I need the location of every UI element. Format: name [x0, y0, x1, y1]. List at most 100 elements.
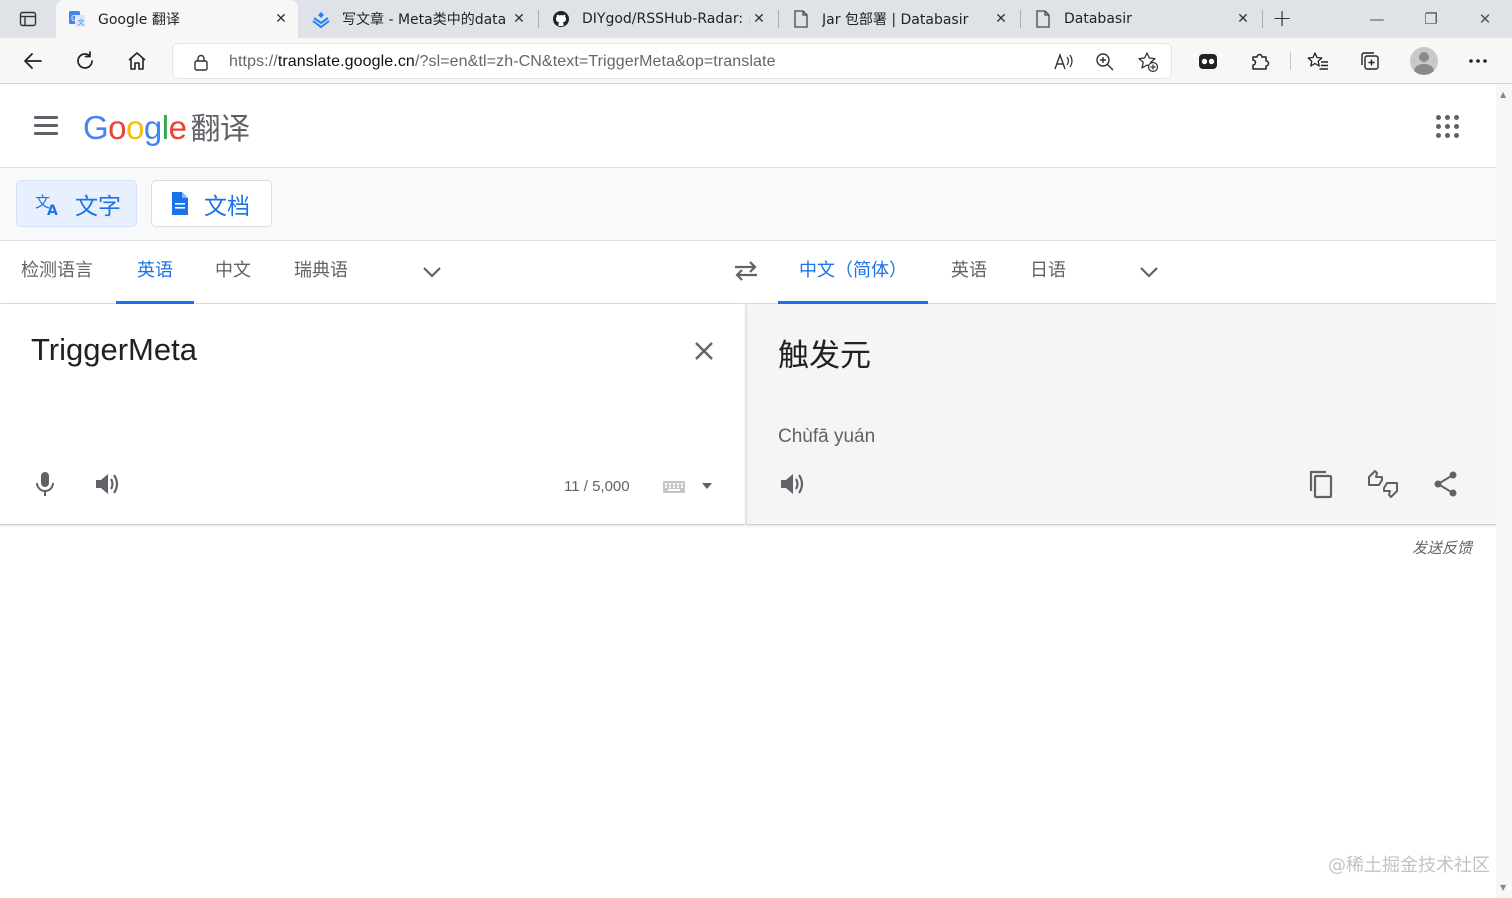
source-lang-more-button[interactable] [419, 259, 445, 285]
speaker-icon [96, 474, 119, 494]
url-path: /?sl=en&tl=zh-CN&text=TriggerMeta&op=tra… [414, 53, 776, 70]
source-lang-tab-swedish[interactable]: 瑞典语 [294, 241, 348, 304]
zoom-icon[interactable] [1095, 52, 1115, 72]
input-tools-button[interactable] [662, 479, 712, 497]
text-mode-button[interactable]: 文A 文字 [16, 180, 137, 227]
character-count: 11 / 5,000 [564, 478, 630, 495]
tab-close-icon[interactable]: ✕ [992, 11, 1010, 27]
source-panel[interactable]: TriggerMeta 11 / 5,000 [0, 304, 745, 525]
google-translate-icon: G文 [68, 10, 86, 28]
collections-icon [1361, 52, 1379, 70]
swap-arrows-icon [735, 261, 757, 281]
translate-icon: 文A [35, 191, 61, 217]
github-icon [552, 10, 570, 28]
send-feedback-link[interactable]: 发送反馈 [1412, 537, 1472, 558]
new-tab-button[interactable]: + [1268, 5, 1296, 33]
tab-close-icon[interactable]: ✕ [510, 11, 528, 27]
tab-title: Databasir [1064, 11, 1132, 27]
apps-grid-icon [1454, 124, 1459, 129]
back-button[interactable] [17, 45, 49, 77]
target-lang-more-button[interactable] [1136, 259, 1162, 285]
read-aloud-icon[interactable] [1053, 52, 1075, 72]
browser-toolbar: https://translate.google.cn/?sl=en&tl=zh… [0, 38, 1512, 84]
target-lang-tab-japanese[interactable]: 日语 [1030, 241, 1066, 304]
google-translate-logo[interactable]: Google 翻译 [83, 104, 250, 148]
address-bar[interactable]: https://translate.google.cn/?sl=en&tl=zh… [172, 43, 1172, 79]
home-button[interactable] [121, 45, 153, 77]
hamburger-icon [34, 116, 58, 119]
avatar [1410, 47, 1438, 75]
window-close-button[interactable]: ✕ [1458, 0, 1512, 38]
chevron-down-icon [1140, 267, 1158, 278]
page-content: Google 翻译 文A 文字 文档 检测语言 英语 中文 瑞典语 中文（简体）… [0, 84, 1496, 898]
source-lang-tab-chinese[interactable]: 中文 [215, 241, 251, 304]
extensions-button[interactable] [1244, 45, 1276, 77]
copy-translation-button[interactable] [1301, 464, 1341, 504]
tab-divider [538, 10, 539, 28]
tab-actions-button[interactable] [12, 3, 44, 35]
tab-close-icon[interactable]: ✕ [272, 11, 290, 27]
tab-close-icon[interactable]: ✕ [750, 11, 768, 27]
scroll-down-icon[interactable]: ▼ [1500, 883, 1506, 892]
scroll-up-icon[interactable]: ▲ [1500, 90, 1506, 99]
source-text-input[interactable]: TriggerMeta [31, 332, 197, 368]
tab-juejin-editor[interactable]: 写文章 - Meta类中的data ✕ [300, 0, 536, 38]
logo-letter: G [83, 109, 109, 146]
tab-github-rsshub[interactable]: DIYgod/RSSHub-Radar: 🍰 ✕ [540, 0, 776, 38]
tab-divider [778, 10, 779, 28]
share-translation-button[interactable] [1426, 464, 1466, 504]
more-horizontal-icon [1469, 59, 1487, 63]
reload-button[interactable] [69, 45, 101, 77]
favorites-button[interactable] [1302, 45, 1334, 77]
documents-mode-label: 文档 [204, 193, 250, 220]
page-scrollbar[interactable]: ▲ ▼ [1496, 84, 1512, 898]
main-menu-button[interactable] [30, 111, 62, 141]
swap-languages-button[interactable] [731, 258, 761, 284]
avatar-body [1414, 64, 1434, 75]
extension-button[interactable] [1192, 45, 1224, 77]
apps-grid-icon [1454, 133, 1459, 138]
translation-output: 触发元 [778, 338, 871, 374]
tab-title: DIYgod/RSSHub-Radar: 🍰 [582, 11, 750, 27]
listen-source-button[interactable] [88, 464, 128, 504]
voice-input-button[interactable] [25, 464, 65, 504]
hamburger-icon [34, 132, 58, 135]
juejin-icon [312, 10, 330, 28]
romanization-text: Chùfā yuán [778, 426, 876, 447]
target-panel: 触发元 Chùfā yuán [746, 304, 1496, 525]
home-icon [128, 52, 146, 70]
clear-source-button[interactable] [690, 337, 718, 365]
url-host: translate.google.cn [277, 53, 415, 70]
dropdown-caret-icon [702, 483, 712, 489]
add-favorite-icon[interactable] [1137, 51, 1159, 73]
url-text[interactable]: https://translate.google.cn/?sl=en&tl=zh… [229, 53, 776, 71]
tab-databasir[interactable]: Databasir ✕ [1022, 0, 1260, 38]
feedback-thumbs-icon [1368, 470, 1398, 498]
tab-title: Jar 包部署 | Databasir [822, 12, 969, 28]
tab-actions-icon [19, 11, 37, 27]
settings-menu-button[interactable] [1462, 45, 1494, 77]
rate-translation-button[interactable] [1363, 464, 1403, 504]
apps-grid-icon [1454, 115, 1459, 120]
tab-jar-deploy[interactable]: Jar 包部署 | Databasir ✕ [780, 0, 1018, 38]
documents-mode-button[interactable]: 文档 [151, 180, 272, 227]
google-apps-button[interactable] [1433, 112, 1463, 142]
listen-translation-button[interactable] [773, 464, 813, 504]
svg-text:A: A [47, 203, 58, 217]
mode-bar: 文A 文字 文档 [0, 168, 1496, 241]
lock-icon[interactable] [193, 53, 209, 71]
extension-mask-icon [1199, 54, 1217, 69]
tab-close-icon[interactable]: ✕ [1234, 11, 1252, 27]
profile-button[interactable] [1408, 45, 1440, 77]
tab-google-translate[interactable]: G文 Google 翻译 ✕ [56, 0, 298, 38]
detect-language-tab[interactable]: 检测语言 [21, 241, 93, 304]
restore-button[interactable]: ❐ [1404, 0, 1458, 38]
apps-grid-icon [1436, 124, 1441, 129]
target-lang-tab-chinese-simplified[interactable]: 中文（简体） [778, 241, 928, 304]
target-lang-tab-english[interactable]: 英语 [951, 241, 987, 304]
copy-icon [1309, 470, 1333, 499]
collections-button[interactable] [1354, 45, 1386, 77]
source-lang-tab-english[interactable]: 英语 [116, 241, 194, 304]
back-arrow-icon [24, 53, 42, 69]
minimize-button[interactable]: — [1350, 0, 1404, 38]
